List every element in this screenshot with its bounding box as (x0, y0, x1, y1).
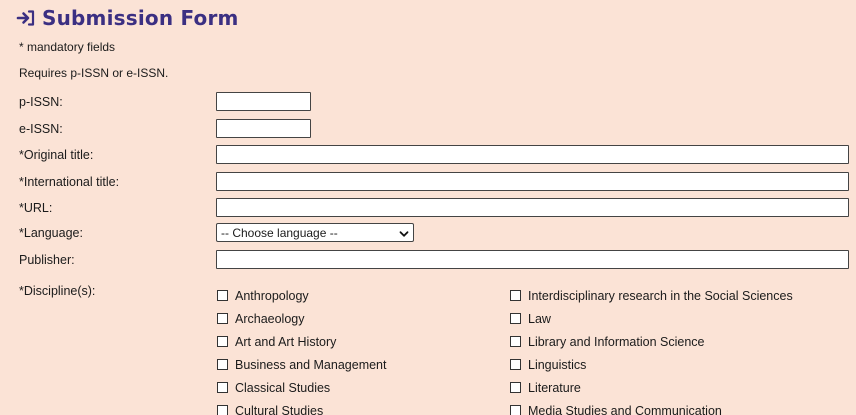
disciplines-label: *Discipline(s): (19, 284, 96, 298)
discipline-option[interactable]: Literature (510, 376, 793, 399)
discipline-checkbox[interactable] (510, 359, 521, 370)
discipline-option[interactable]: Interdisciplinary research in the Social… (510, 284, 793, 307)
p-issn-input[interactable] (216, 92, 311, 111)
chevron-down-icon (399, 228, 409, 238)
disciplines-column-1: Anthropology Archaeology Art and Art His… (217, 284, 386, 415)
discipline-checkbox[interactable] (510, 382, 521, 393)
discipline-checkbox[interactable] (217, 313, 228, 324)
international-title-label: *International title: (19, 174, 120, 189)
discipline-option-label: Linguistics (528, 357, 587, 372)
page-title: Submission Form (42, 6, 239, 30)
language-row: *Language: -- Choose language -- (19, 223, 414, 242)
discipline-option[interactable]: Cultural Studies (217, 399, 386, 415)
discipline-option[interactable]: Linguistics (510, 353, 793, 376)
discipline-option-label: Interdisciplinary research in the Social… (528, 288, 793, 303)
original-title-input[interactable] (216, 145, 849, 164)
discipline-option-label: Archaeology (235, 311, 305, 326)
mandatory-fields-note: * mandatory fields (19, 40, 116, 54)
international-title-row: *International title: (19, 172, 849, 191)
discipline-option-label: Media Studies and Communication (528, 403, 722, 415)
discipline-checkbox[interactable] (217, 290, 228, 301)
discipline-checkbox[interactable] (510, 313, 521, 324)
language-selected-value: -- Choose language -- (221, 225, 338, 240)
discipline-option[interactable]: Classical Studies (217, 376, 386, 399)
form-header: Submission Form (16, 6, 239, 30)
publisher-row: Publisher: (19, 250, 849, 269)
discipline-option-label: Business and Management (235, 357, 387, 372)
discipline-option-label: Art and Art History (235, 334, 337, 349)
discipline-option[interactable]: Media Studies and Communication (510, 399, 793, 415)
discipline-checkbox[interactable] (510, 405, 521, 415)
discipline-checkbox[interactable] (510, 290, 521, 301)
original-title-label: *Original title: (19, 147, 94, 162)
discipline-option[interactable]: Law (510, 307, 793, 330)
international-title-input[interactable] (216, 172, 849, 191)
discipline-checkbox[interactable] (510, 336, 521, 347)
submission-form-page: Submission Form * mandatory fields Requi… (0, 0, 856, 415)
p-issn-row: p-ISSN: (19, 92, 311, 111)
discipline-option[interactable]: Archaeology (217, 307, 386, 330)
e-issn-label: e-ISSN: (19, 121, 63, 136)
discipline-option[interactable]: Art and Art History (217, 330, 386, 353)
p-issn-label: p-ISSN: (19, 94, 63, 109)
discipline-option-label: Law (528, 311, 551, 326)
discipline-option-label: Cultural Studies (235, 403, 324, 415)
discipline-option[interactable]: Anthropology (217, 284, 386, 307)
url-input[interactable] (216, 198, 849, 217)
url-label: *URL: (19, 200, 53, 215)
discipline-option-label: Anthropology (235, 288, 309, 303)
discipline-option[interactable]: Business and Management (217, 353, 386, 376)
discipline-checkbox[interactable] (217, 405, 228, 415)
discipline-option[interactable]: Library and Information Science (510, 330, 793, 353)
language-select[interactable]: -- Choose language -- (216, 223, 414, 242)
e-issn-row: e-ISSN: (19, 119, 311, 138)
discipline-checkbox[interactable] (217, 359, 228, 370)
publisher-input[interactable] (216, 250, 849, 269)
original-title-row: *Original title: (19, 145, 849, 164)
discipline-option-label: Classical Studies (235, 380, 331, 395)
disciplines-column-2: Interdisciplinary research in the Social… (510, 284, 793, 415)
e-issn-input[interactable] (216, 119, 311, 138)
language-label: *Language: (19, 225, 83, 240)
discipline-checkbox[interactable] (217, 336, 228, 347)
discipline-checkbox[interactable] (217, 382, 228, 393)
discipline-option-label: Library and Information Science (528, 334, 705, 349)
issn-requirement-note: Requires p-ISSN or e-ISSN. (19, 66, 169, 80)
discipline-option-label: Literature (528, 380, 581, 395)
url-row: *URL: (19, 198, 849, 217)
sign-in-arrow-icon (16, 8, 36, 28)
publisher-label: Publisher: (19, 252, 75, 267)
